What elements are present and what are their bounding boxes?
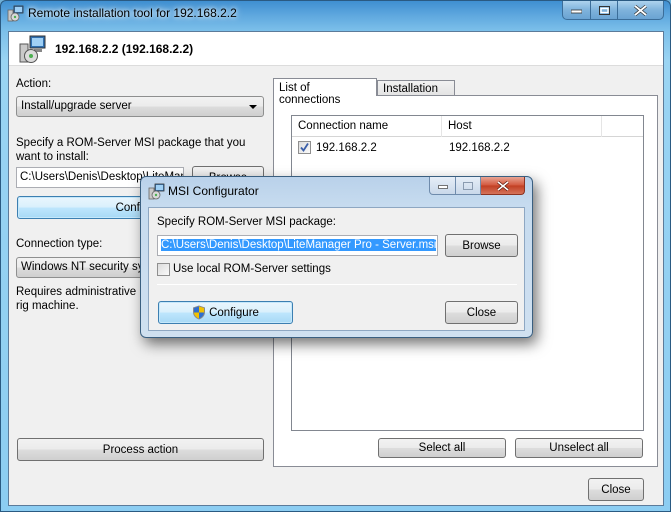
row-connection-name: 192.168.2.2 [316, 142, 377, 154]
select-all-button[interactable]: Select all [378, 438, 506, 458]
window-title: Remote installation tool for 192.168.2.2 [28, 6, 237, 20]
close-window-button[interactable] [618, 1, 664, 20]
chevron-down-icon [249, 105, 257, 109]
close-button[interactable]: Close [588, 478, 644, 501]
maximize-icon [598, 5, 610, 15]
action-dropdown-value: Install/upgrade server [21, 100, 132, 112]
dialog-close-caption-button[interactable] [481, 177, 525, 195]
use-local-settings-checkbox[interactable] [157, 263, 170, 276]
dialog-title: MSI Configurator [168, 184, 259, 198]
connection-type-label: Connection type: [16, 238, 103, 250]
dialog-client: Specify ROM-Server MSI package: C:\Users… [148, 207, 525, 331]
use-local-settings-label[interactable]: Use local ROM-Server settings [173, 263, 331, 275]
close-icon [634, 4, 647, 16]
host-header: 192.168.2.2 (192.168.2.2) [9, 32, 663, 66]
tab-list-of-connections[interactable]: List of connections [273, 78, 377, 106]
dialog-minimize-button[interactable] [429, 177, 456, 195]
column-header-host[interactable]: Host [442, 116, 602, 137]
title-bar[interactable]: Remote installation tool for 192.168.2.2 [1, 1, 670, 27]
row-checkbox[interactable] [298, 141, 311, 154]
table-row[interactable]: 192.168.2.2 192.168.2.2 [292, 138, 643, 158]
uac-shield-icon [193, 305, 206, 320]
dialog-browse-button[interactable]: Browse [445, 234, 518, 257]
minimize-button[interactable] [562, 1, 591, 20]
dialog-prompt-label: Specify ROM-Server MSI package: [157, 216, 336, 228]
row-host: 192.168.2.2 [449, 142, 510, 154]
dialog-configure-button[interactable]: Configure [158, 301, 293, 324]
unselect-all-button[interactable]: Unselect all [515, 438, 643, 458]
action-label: Action: [16, 78, 52, 90]
list-header: Connection name Host [292, 116, 643, 137]
installer-icon [148, 183, 165, 200]
maximize-icon [463, 181, 473, 190]
dialog-close-button[interactable]: Close [445, 301, 518, 324]
tab-installation-log[interactable]: Installation log [377, 80, 455, 107]
checkmark-icon [300, 143, 309, 153]
maximize-button[interactable] [591, 1, 618, 20]
installer-icon [19, 35, 46, 63]
column-header-connection-name[interactable]: Connection name [292, 116, 442, 137]
dialog-separator [157, 284, 517, 285]
minimize-icon [437, 184, 448, 189]
dialog-msi-path-value: C:\Users\Denis\Desktop\LiteManager Pro -… [161, 239, 437, 251]
action-dropdown[interactable]: Install/upgrade server [16, 96, 264, 117]
minimize-icon [571, 9, 582, 14]
installer-icon [7, 5, 24, 22]
process-action-button[interactable]: Process action [17, 438, 264, 461]
dialog-maximize-button[interactable] [456, 177, 481, 195]
host-title: 192.168.2.2 (192.168.2.2) [55, 42, 194, 56]
dialog-msi-path-input[interactable]: C:\Users\Denis\Desktop\LiteManager Pro -… [157, 235, 438, 256]
close-icon [496, 180, 509, 191]
msi-package-label: Specify a ROM-Server MSI package that yo… [16, 137, 246, 163]
msi-configurator-dialog: MSI Configurator Specify ROM-Server MSI … [140, 176, 533, 338]
connection-type-value: Windows NT security syst [21, 261, 153, 273]
dialog-configure-label: Configure [209, 306, 259, 319]
requirement-text: Requires administrative rig machine. [16, 286, 137, 312]
